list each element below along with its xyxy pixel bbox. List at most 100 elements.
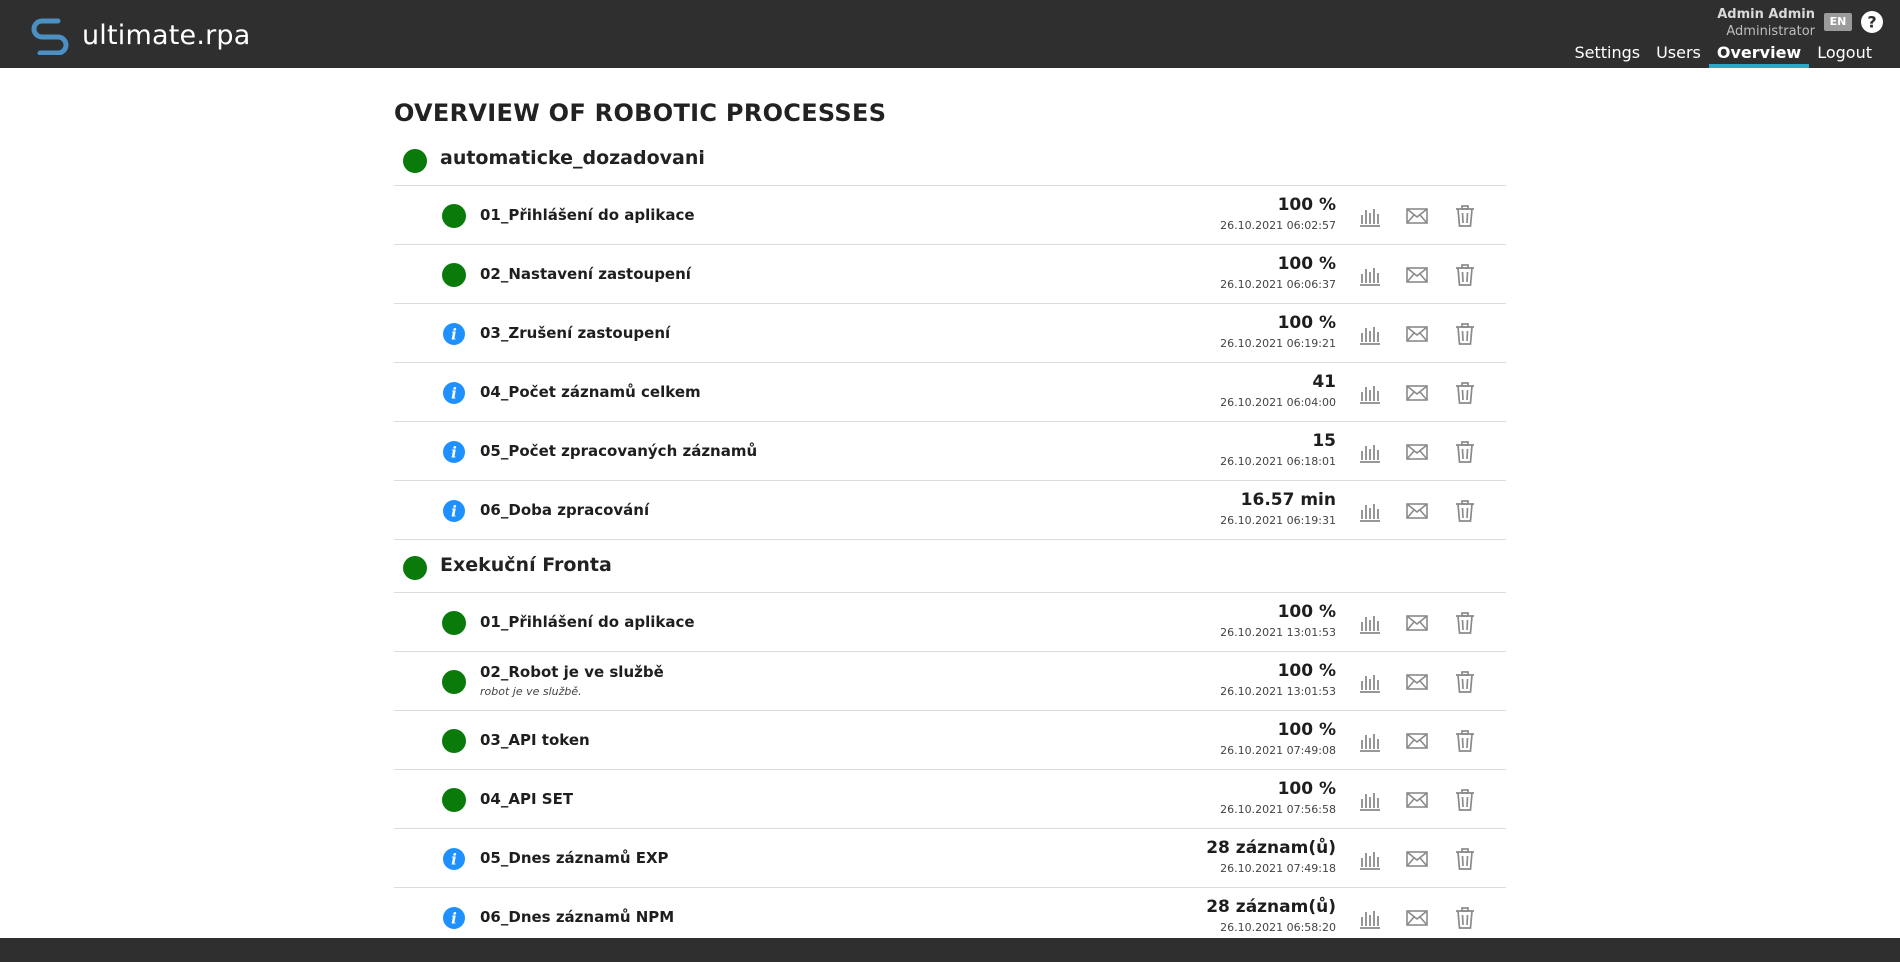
trash-icon[interactable]: [1453, 847, 1477, 871]
chart-icon[interactable]: [1358, 322, 1382, 346]
process-title[interactable]: 01_Přihlášení do aplikace: [480, 206, 695, 224]
process-row: 02_Nastavení zastoupení 100 % 26.10.2021 0…: [394, 245, 1506, 304]
process-value: 28 záznam(ů): [1206, 897, 1336, 917]
group-name[interactable]: automaticke_dozadovani: [440, 147, 705, 169]
user-role: Administrator: [1726, 24, 1815, 39]
process-value: 100 %: [1277, 254, 1336, 274]
trash-icon[interactable]: [1453, 204, 1477, 228]
process-timestamp: 26.10.2021 06:04:00: [1220, 396, 1336, 409]
process-row: 04_API SET 100 % 26.10.2021 07:56:58: [394, 770, 1506, 829]
language-switch[interactable]: EN: [1824, 13, 1852, 31]
mail-icon[interactable]: [1405, 381, 1429, 405]
main-content: OVERVIEW OF ROBOTIC PROCESSES automatick…: [394, 68, 1506, 947]
mail-icon[interactable]: [1405, 440, 1429, 464]
chart-icon[interactable]: [1358, 381, 1382, 405]
process-row: 01_Přihlášení do aplikace 100 % 26.10.2021…: [394, 186, 1506, 245]
top-bar: ultimate.rpa Admin Admin Administrator E…: [0, 0, 1900, 68]
info-icon: i: [442, 499, 466, 523]
info-icon: i: [442, 322, 466, 346]
chart-icon[interactable]: [1358, 847, 1382, 871]
process-title[interactable]: 06_Doba zpracování: [480, 501, 649, 519]
process-timestamp: 26.10.2021 06:06:37: [1220, 278, 1336, 291]
page-title: OVERVIEW OF ROBOTIC PROCESSES: [394, 99, 887, 127]
process-value: 100 %: [1277, 720, 1336, 740]
process-title[interactable]: 03_Zrušení zastoupení: [480, 324, 670, 342]
brand-logo[interactable]: ultimate.rpa: [28, 15, 251, 55]
process-row: i 05_Dnes záznamů EXP 28 záznam(ů) 26.10.20…: [394, 829, 1506, 888]
chart-icon[interactable]: [1358, 788, 1382, 812]
process-title[interactable]: 04_Počet záznamů celkem: [480, 383, 701, 401]
ultimate-rpa-logo-icon: [31, 18, 69, 55]
top-navigation: Settings Users Overview Logout: [1566, 42, 1880, 68]
info-icon: i: [442, 906, 466, 930]
help-icon[interactable]: ?: [1860, 10, 1884, 34]
trash-icon[interactable]: [1453, 788, 1477, 812]
trash-icon[interactable]: [1453, 381, 1477, 405]
trash-icon[interactable]: [1453, 906, 1477, 930]
trash-icon[interactable]: [1453, 263, 1477, 287]
process-value: 28 záznam(ů): [1206, 838, 1336, 858]
process-title[interactable]: 01_Přihlášení do aplikace: [480, 613, 695, 631]
process-value: 100 %: [1277, 195, 1336, 215]
nav-settings[interactable]: Settings: [1566, 42, 1648, 68]
nav-logout[interactable]: Logout: [1809, 42, 1880, 68]
info-icon: i: [442, 381, 466, 405]
process-row: i 06_Doba zpracování 16.57 min 26.10.2021 0…: [394, 481, 1506, 540]
status-ok-icon: [442, 788, 466, 812]
mail-icon[interactable]: [1405, 847, 1429, 871]
mail-icon[interactable]: [1405, 788, 1429, 812]
process-title[interactable]: 05_Počet zpracovaných záznamů: [480, 442, 757, 460]
process-row: i 04_Počet záznamů celkem 41 26.10.2021 06:…: [394, 363, 1506, 422]
mail-icon[interactable]: [1405, 204, 1429, 228]
brand-name: ultimate.rpa: [82, 19, 251, 51]
process-row: 02_Robot je ve službě robot je ve službě.…: [394, 652, 1506, 711]
mail-icon[interactable]: [1405, 729, 1429, 753]
svg-text:i: i: [451, 851, 457, 869]
chart-icon[interactable]: [1358, 611, 1382, 635]
mail-icon[interactable]: [1405, 322, 1429, 346]
process-timestamp: 26.10.2021 07:49:18: [1220, 862, 1336, 875]
mail-icon[interactable]: [1405, 263, 1429, 287]
process-group-header: automaticke_dozadovani: [394, 133, 1506, 186]
chart-icon[interactable]: [1358, 670, 1382, 694]
process-row: 01_Přihlášení do aplikace 100 % 26.10.2021…: [394, 593, 1506, 652]
chart-icon[interactable]: [1358, 440, 1382, 464]
trash-icon[interactable]: [1453, 611, 1477, 635]
process-value: 100 %: [1277, 661, 1336, 681]
svg-text:i: i: [451, 385, 457, 403]
chart-icon[interactable]: [1358, 499, 1382, 523]
nav-users[interactable]: Users: [1648, 42, 1709, 68]
process-row: i 03_Zrušení zastoupení 100 % 26.10.2021 06…: [394, 304, 1506, 363]
process-title[interactable]: 03_API token: [480, 731, 590, 749]
mail-icon[interactable]: [1405, 499, 1429, 523]
chart-icon[interactable]: [1358, 204, 1382, 228]
trash-icon[interactable]: [1453, 729, 1477, 753]
mail-icon[interactable]: [1405, 670, 1429, 694]
trash-icon[interactable]: [1453, 440, 1477, 464]
process-title[interactable]: 02_Nastavení zastoupení: [480, 265, 691, 283]
mail-icon[interactable]: [1405, 611, 1429, 635]
chart-icon[interactable]: [1358, 729, 1382, 753]
process-groups: automaticke_dozadovani 01_Přihlášení do a…: [394, 133, 1506, 947]
process-title[interactable]: 04_API SET: [480, 790, 573, 808]
process-value: 100 %: [1277, 602, 1336, 622]
process-title[interactable]: 05_Dnes záznamů EXP: [480, 849, 669, 867]
process-title[interactable]: 02_Robot je ve službě: [480, 663, 664, 681]
trash-icon[interactable]: [1453, 499, 1477, 523]
svg-text:i: i: [451, 444, 457, 462]
user-name: Admin Admin: [1717, 7, 1815, 22]
status-ok-icon: [442, 611, 466, 635]
process-title[interactable]: 06_Dnes záznamů NPM: [480, 908, 674, 926]
status-ok-icon: [442, 204, 466, 228]
process-value: 100 %: [1277, 779, 1336, 799]
trash-icon[interactable]: [1453, 670, 1477, 694]
chart-icon[interactable]: [1358, 906, 1382, 930]
mail-icon[interactable]: [1405, 906, 1429, 930]
group-status-ok-icon: [403, 149, 427, 173]
group-name[interactable]: Exekuční Fronta: [440, 554, 612, 576]
footer-bar: [0, 938, 1900, 962]
nav-overview[interactable]: Overview: [1708, 42, 1810, 68]
chart-icon[interactable]: [1358, 263, 1382, 287]
trash-icon[interactable]: [1453, 322, 1477, 346]
group-status-ok-icon: [403, 556, 427, 580]
